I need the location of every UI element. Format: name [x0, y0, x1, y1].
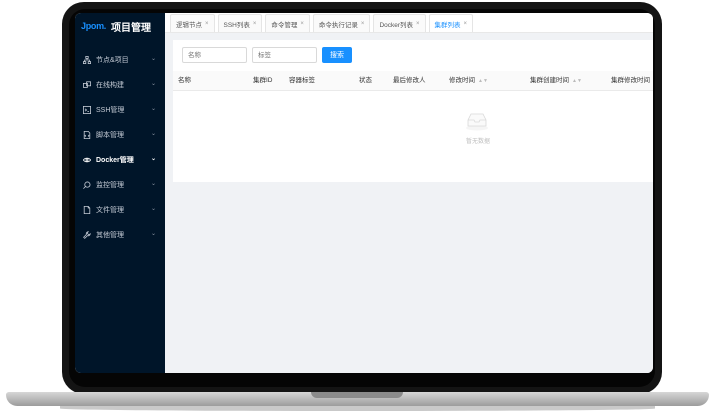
file-code-icon	[82, 130, 91, 139]
logo[interactable]: Jpom. 项目管理	[81, 19, 152, 34]
sort-icon: ▲▼	[478, 78, 488, 84]
sidebar-item-nodes[interactable]: 节点&项目 ⌄	[75, 47, 165, 72]
sidebar-item-files[interactable]: 文件管理 ⌄	[75, 197, 165, 222]
sidebar-item-build[interactable]: 在线构建 ⌄	[75, 72, 165, 97]
column-header: 最后修改人	[393, 77, 426, 84]
chevron-down-icon: ⌄	[150, 81, 156, 87]
laptop-shadow	[60, 406, 655, 411]
sidebar-item-label: SSH管理	[96, 106, 125, 114]
name-filter-input[interactable]	[182, 47, 247, 63]
chevron-down-icon: ⌄	[150, 181, 156, 187]
empty-text: 暂无数据	[465, 139, 490, 145]
column-header-sortable[interactable]: 修改时间 ▲▼	[449, 71, 488, 90]
tab-label: 集群列表	[434, 21, 461, 29]
chevron-down-icon: ⌄	[150, 56, 156, 62]
close-icon[interactable]: ×	[416, 21, 420, 27]
monitor-icon	[82, 180, 91, 189]
column-header-sortable[interactable]: 集群创建时间 ▲▼	[530, 71, 582, 90]
sidebar-item-label: 其他管理	[96, 231, 124, 239]
empty-inbox-icon	[466, 113, 488, 131]
table-header: 名称 集群ID 容器标签 状态 最后修改人 修改时间 ▲▼ 集群创建时间 ▲▼ 集群…	[173, 71, 653, 91]
tag-filter-input[interactable]	[252, 47, 317, 63]
column-header: 容器标签	[289, 77, 315, 84]
screen: Jpom. 项目管理 节点&项目 ⌄ 在线构建 ⌄ SSH管理 ⌄ 脚本管理 ⌄…	[75, 13, 653, 373]
sidebar-item-scripts[interactable]: 脚本管理 ⌄	[75, 122, 165, 147]
tab-label: 命令执行记录	[318, 21, 358, 29]
tool-icon	[82, 230, 91, 239]
tab-command-log[interactable]: 命令执行记录 ×	[312, 14, 371, 32]
search-button[interactable]: 搜索	[322, 47, 352, 63]
sidebar-item-label: 脚本管理	[96, 131, 124, 139]
cluster-icon	[82, 55, 91, 64]
tab-ssh-list[interactable]: SSH列表 ×	[217, 14, 263, 32]
app-title: 项目管理	[111, 22, 152, 34]
tab-label: SSH列表	[223, 21, 250, 29]
tab-label: 逻辑节点	[176, 21, 202, 29]
tab-label: 命令管理	[271, 21, 298, 29]
close-icon[interactable]: ×	[361, 21, 365, 27]
tab-cluster-list[interactable]: 集群列表 ×	[428, 14, 474, 32]
sidebar-item-docker[interactable]: Docker管理 ⌄	[75, 147, 165, 172]
tab-command-manage[interactable]: 命令管理 ×	[265, 14, 310, 32]
chevron-down-icon: ⌄	[150, 131, 156, 137]
tab-label: Docker列表	[379, 21, 414, 29]
chevron-down-icon: ⌄	[150, 206, 156, 212]
sidebar-item-other[interactable]: 其他管理 ⌄	[75, 222, 165, 247]
chevron-down-icon: ⌄	[150, 156, 156, 162]
sidebar-item-label: 文件管理	[96, 206, 124, 214]
sort-icon: ▲▼	[572, 78, 582, 84]
close-icon[interactable]: ×	[253, 21, 257, 27]
docker-icon	[82, 155, 91, 164]
tab-docker-list[interactable]: Docker列表 ×	[373, 14, 426, 32]
main-content: 搜索 名称 集群ID 容器标签 状态 最后修改人 修改时间▲▼ 集群创建时间▲▼…	[165, 33, 653, 373]
terminal-icon	[82, 105, 91, 114]
build-icon	[82, 80, 91, 89]
column-header: 名称	[178, 77, 191, 84]
column-header: 集群ID	[253, 77, 273, 84]
sidebar-item-label: 在线构建	[96, 81, 124, 89]
empty-state: 暂无数据	[173, 91, 653, 181]
logo-mark: Jpom.	[81, 21, 107, 31]
file-icon	[82, 205, 91, 214]
laptop-notch	[311, 392, 403, 398]
sidebar-item-label: 监控管理	[96, 181, 124, 189]
chevron-down-icon: ⌄	[150, 231, 156, 237]
close-icon[interactable]: ×	[205, 21, 209, 27]
cluster-table-card: 搜索 名称 集群ID 容器标签 状态 最后修改人 修改时间▲▼ 集群创建时间▲▼…	[173, 40, 653, 182]
chevron-down-icon: ⌄	[150, 106, 156, 112]
sidebar-item-monitor[interactable]: 监控管理 ⌄	[75, 172, 165, 197]
sidebar-menu: 节点&项目 ⌄ 在线构建 ⌄ SSH管理 ⌄ 脚本管理 ⌄ Docker管理 ⌄…	[75, 47, 165, 247]
tab-logic-nodes[interactable]: 逻辑节点 ×	[170, 14, 215, 32]
sidebar-item-label: 节点&项目	[96, 56, 129, 64]
sidebar-item-ssh[interactable]: SSH管理 ⌄	[75, 97, 165, 122]
sidebar-item-label: Docker管理	[96, 156, 134, 164]
close-icon[interactable]: ×	[300, 21, 304, 27]
column-header: 集群修改时间	[611, 77, 650, 84]
column-header-label: 修改时间	[449, 77, 475, 84]
close-icon[interactable]: ×	[464, 21, 468, 27]
tab-bar: 逻辑节点 × SSH列表 × 命令管理 × 命令执行记录 × Docker列表 × 集群列…	[165, 13, 653, 33]
column-header: 状态	[359, 77, 372, 84]
sidebar: Jpom. 项目管理 节点&项目 ⌄ 在线构建 ⌄ SSH管理 ⌄ 脚本管理 ⌄…	[75, 13, 165, 373]
column-header-label: 集群创建时间	[530, 77, 569, 84]
